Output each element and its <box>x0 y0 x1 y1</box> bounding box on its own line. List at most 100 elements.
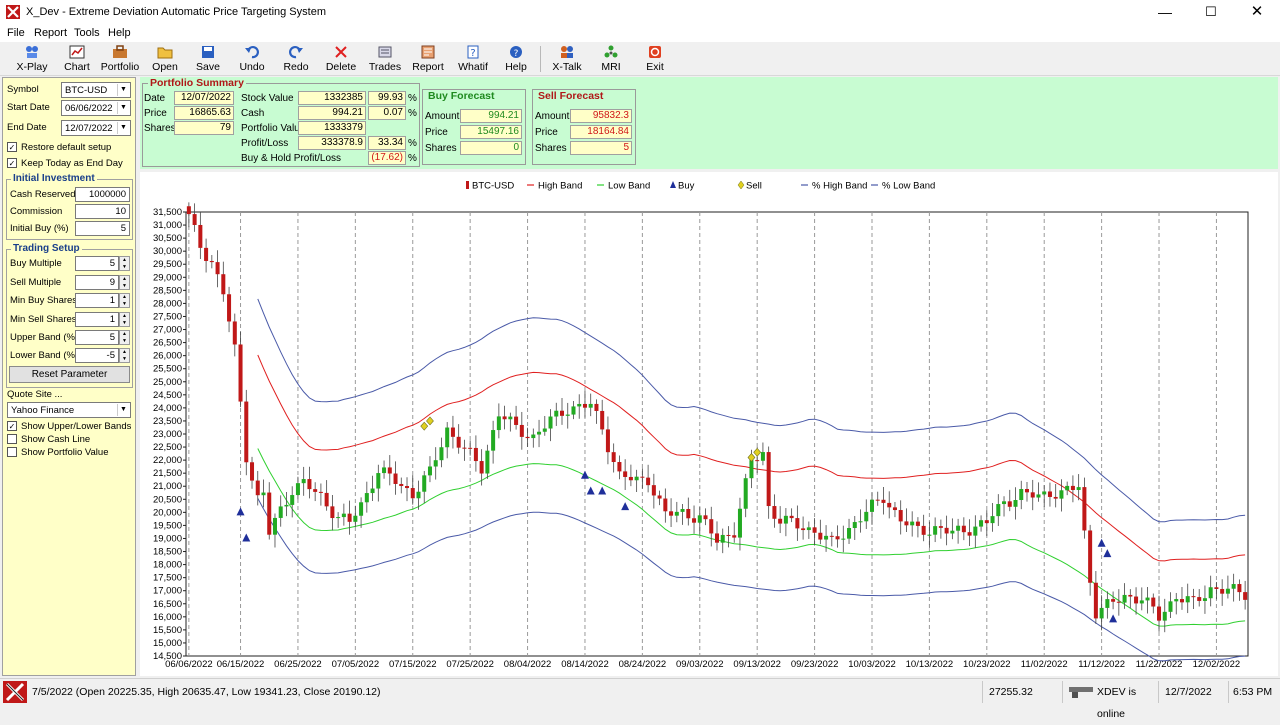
candle-down <box>238 344 243 402</box>
upper-band-spinner[interactable]: ▲ ▼ <box>119 330 130 345</box>
x-tick-label: 08/24/2022 <box>619 659 667 670</box>
sell-multiple-spinner[interactable]: ▲ ▼ <box>119 275 130 290</box>
candle-down <box>887 502 892 508</box>
candle-up <box>496 416 501 431</box>
y-tick-label: 31,500 <box>153 207 182 218</box>
chevron-down-icon: ▼ <box>117 102 129 114</box>
pct-sign: % <box>408 138 417 149</box>
trades-button[interactable]: Trades <box>368 43 402 75</box>
candle-down <box>198 224 203 248</box>
buy-multiple-spinner[interactable]: ▲ ▼ <box>119 256 130 271</box>
upper-band-input[interactable]: 5 <box>75 330 119 345</box>
buy-multiple-input[interactable]: 5 <box>75 256 119 271</box>
symbol-select[interactable]: BTC-USD ▼ <box>61 82 131 98</box>
toolbar-separator <box>540 46 541 72</box>
report-button[interactable]: Report <box>410 43 446 75</box>
redo-button[interactable]: Redo <box>280 43 312 75</box>
min-sell-shares-input[interactable]: 1 <box>75 312 119 327</box>
y-tick-label: 29,500 <box>153 259 182 270</box>
delete-button[interactable]: Delete <box>324 43 358 75</box>
candle-up <box>301 479 306 484</box>
candle-down <box>307 479 312 490</box>
y-tick-label: 22,000 <box>153 455 182 466</box>
candle-down <box>669 511 674 516</box>
candle-up <box>548 416 553 429</box>
portfolio-button[interactable]: Portfolio <box>99 43 141 75</box>
status-bar: 7/5/2022 (Open 20225.35, High 20635.47, … <box>0 678 1280 720</box>
x-tick-label: 06/06/2022 <box>165 659 213 670</box>
legend-label: Buy <box>678 181 695 192</box>
undo-label: Undo <box>239 61 265 73</box>
maximize-button[interactable]: ☐ <box>1188 0 1234 24</box>
candle-down <box>915 521 920 526</box>
y-tick-label: 24,000 <box>153 403 182 414</box>
sell-multiple-input[interactable]: 9 <box>75 275 119 290</box>
undo-button[interactable]: Undo <box>236 43 268 75</box>
legend-item: High Band <box>527 181 582 192</box>
candle-down <box>1220 588 1225 594</box>
portfolio-value: 1333379 <box>298 121 366 135</box>
whatif-button[interactable]: ? Whatif <box>456 43 490 75</box>
commission-input[interactable]: 10 <box>75 204 130 219</box>
end-date-picker[interactable]: 12/07/2022 ▼ <box>61 120 131 136</box>
menu-file[interactable]: File <box>7 27 25 39</box>
lower-band-spinner[interactable]: ▲ ▼ <box>119 348 130 363</box>
exit-button[interactable]: Exit <box>640 43 670 75</box>
candle-down <box>514 416 519 425</box>
date-label: Date <box>144 93 166 104</box>
y-tick-label: 21,500 <box>153 468 182 479</box>
show-portfolio-checkbox[interactable] <box>7 447 17 457</box>
legend-label: % Low Band <box>882 181 935 192</box>
candle-up <box>565 414 570 416</box>
candle-down <box>892 507 897 511</box>
quote-site-select[interactable]: Yahoo Finance ▼ <box>7 402 131 418</box>
sell-price-label: Price <box>535 127 558 138</box>
cash-pct: 0.07 <box>368 106 406 120</box>
min-buy-shares-input[interactable]: 1 <box>75 293 119 308</box>
show-cash-line-checkbox[interactable] <box>7 434 17 444</box>
price-chart-panel: 14,500 15,000 15,500 16,000 16,500 17,000 17,5… <box>140 172 1278 676</box>
cash-reserved-input[interactable]: 1000000 <box>75 187 130 202</box>
keep-today-checkbox[interactable]: ✓ <box>7 158 17 168</box>
buy-multiple-label: Buy Multiple <box>10 258 62 269</box>
candle-down <box>766 452 771 507</box>
chart-icon <box>69 45 85 59</box>
candle-down <box>703 515 708 520</box>
buy-hold-pct: (17.62) <box>368 151 406 165</box>
menu-report[interactable]: Report <box>34 27 67 39</box>
candle-down <box>623 471 628 477</box>
show-bands-checkbox[interactable]: ✓ <box>7 421 17 431</box>
initial-buy-label: Initial Buy (%) <box>10 223 69 234</box>
restore-default-checkbox[interactable]: ✓ <box>7 142 17 152</box>
minimize-button[interactable]: — <box>1142 0 1188 24</box>
price-chart[interactable]: 14,50015,00015,50016,00016,50017,00017,5… <box>140 172 1278 676</box>
candle-down <box>227 294 232 322</box>
xtalk-button[interactable]: X-Talk <box>548 43 586 75</box>
mri-button[interactable]: MRI <box>596 43 626 75</box>
candle-up <box>996 504 1001 517</box>
redo-label: Redo <box>283 61 309 73</box>
candle-down <box>1243 592 1248 600</box>
menu-tools[interactable]: Tools <box>74 27 100 39</box>
status-time: 6:53 PM <box>1228 681 1280 703</box>
save-button[interactable]: Save <box>192 43 224 75</box>
help-button[interactable]: ? Help <box>500 43 532 75</box>
reset-parameter-button[interactable]: Reset Parameter <box>9 366 130 383</box>
buy-hold-label: Buy & Hold Profit/Loss <box>241 153 342 164</box>
close-window-button[interactable]: ✕ <box>1234 0 1280 24</box>
menu-help[interactable]: Help <box>108 27 131 39</box>
legend-label: Low Band <box>608 181 650 192</box>
min-buy-shares-spinner[interactable]: ▲ ▼ <box>119 293 130 308</box>
sell-amount-value: 95832.3 <box>570 109 632 123</box>
chart-button[interactable]: Chart <box>60 43 94 75</box>
start-date-picker[interactable]: 06/06/2022 ▼ <box>61 100 131 116</box>
y-tick-label: 31,000 <box>153 220 182 231</box>
initial-buy-input[interactable]: 5 <box>75 221 130 236</box>
xplay-button[interactable]: X-Play <box>14 43 50 75</box>
candle-up <box>588 403 593 408</box>
cash-reserved-label: Cash Reserved <box>10 189 76 200</box>
lower-band-input[interactable]: -5 <box>75 348 119 363</box>
min-sell-shares-spinner[interactable]: ▲ ▼ <box>119 312 130 327</box>
open-button[interactable]: Open <box>148 43 182 75</box>
candle-down <box>772 506 777 519</box>
